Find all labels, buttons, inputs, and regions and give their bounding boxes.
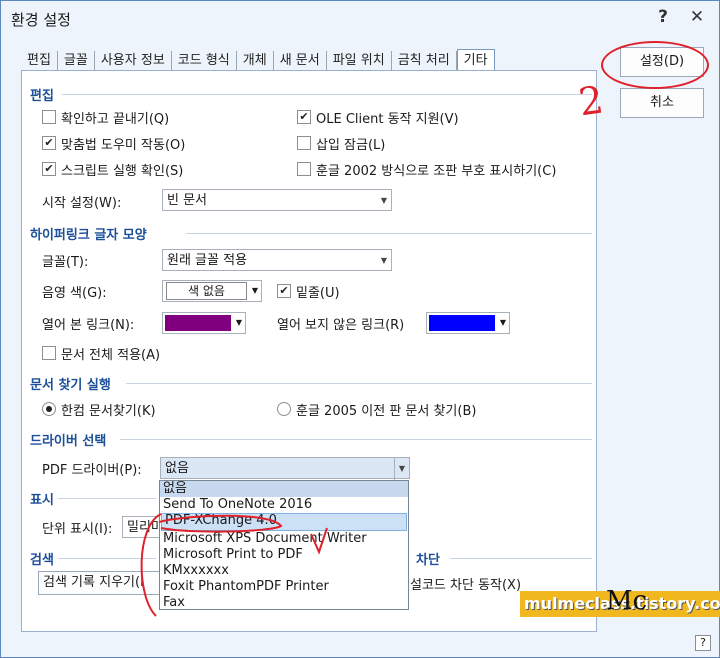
divider [126, 383, 592, 384]
tab-forbidden-chars[interactable]: 금칙 처리 [392, 51, 457, 71]
shade-color-picker[interactable]: 색 없음 ▼ [162, 280, 262, 302]
divider [62, 94, 592, 95]
chevron-down-icon: ▼ [235, 318, 242, 327]
divider [58, 498, 156, 499]
option-barcode-block[interactable]: 설코드 차단 동작(X) [410, 573, 521, 593]
visited-link-label: 열어 본 링크(N): [42, 313, 134, 333]
font-label: 글꼴(T): [42, 250, 88, 270]
checkbox[interactable] [297, 136, 311, 150]
option-insert-lock[interactable]: 삽입 잠금(L) [297, 133, 385, 153]
divider [450, 558, 592, 559]
visited-link-text: 열어 본 링크(N): [42, 317, 135, 333]
shade-color-text: 음영 색(G): [42, 285, 107, 301]
section-title-hyperlink: 하이퍼링크 글자 모양 [30, 228, 147, 243]
section-title-driver: 드라이버 선택 [30, 434, 107, 449]
cancel-button[interactable]: 취소 [620, 88, 704, 118]
font-label-text: 글꼴(T): [42, 254, 89, 270]
chevron-down-icon: ▼ [499, 318, 506, 327]
visited-color-fill [165, 315, 231, 331]
annotation-number: 2 [576, 77, 607, 125]
checkbox-checked[interactable]: ✔ [42, 162, 56, 176]
option-label: 훈글 2002 방식으로 조판 부호 표시하기(C) [316, 163, 557, 179]
pdf-driver-text: PDF 드라이버(P): [42, 462, 142, 478]
tab-file-location[interactable]: 파일 위치 [327, 51, 392, 71]
tab-edit[interactable]: 편집 [21, 51, 58, 71]
shade-color-label: 음영 색(G): [42, 281, 107, 301]
divider [186, 233, 592, 234]
radio-hangul2005-find[interactable]: 훈글 2005 이전 판 문서 찾기(B) [277, 399, 476, 419]
option-label: 한컴 문서찾기(K) [61, 403, 156, 419]
section-title-search: 검색 [30, 553, 54, 568]
section-title-display: 표시 [30, 493, 54, 508]
select-value: 빈 문서 [167, 193, 208, 208]
select-value: 원래 글꼴 적용 [167, 253, 248, 268]
option-label: 설코드 차단 동작(X) [410, 577, 522, 593]
tab-object[interactable]: 개체 [237, 51, 274, 71]
section-title-edit: 편집 [30, 89, 54, 104]
checkbox[interactable] [297, 162, 311, 176]
option-apply-all[interactable]: 문서 전체 적용(A) [42, 343, 160, 363]
option-label: OLE Client 동작 지원(V) [316, 111, 459, 127]
section-title-find: 문서 찾기 실행 [30, 378, 111, 393]
visited-link-color-picker[interactable]: ▼ [162, 312, 246, 334]
tab-strip: 편집 글꼴 사용자 정보 코드 형식 개체 새 문서 파일 위치 금칙 처리 기… [21, 47, 495, 72]
checkbox-checked[interactable]: ✔ [42, 136, 56, 150]
option-label: 훈글 2005 이전 판 문서 찾기(B) [296, 403, 477, 419]
chevron-down-icon: ▼ [251, 286, 258, 295]
tab-code-format[interactable]: 코드 형식 [172, 51, 237, 71]
tab-new-document[interactable]: 새 문서 [274, 51, 327, 71]
checkbox[interactable] [42, 346, 56, 360]
unvisited-link-label: 열어 보지 않은 링크(R) [277, 313, 404, 333]
chevron-down-icon: ▼ [380, 256, 387, 265]
start-setting-label: 시작 설정(W): [42, 191, 121, 211]
select-value: 없음 [165, 461, 189, 476]
hyperlink-font-select[interactable]: 원래 글꼴 적용 ▼ [162, 249, 392, 271]
tab-other[interactable]: 기타 [456, 49, 495, 72]
divider [120, 439, 592, 440]
dialog-title: 환경 설정 [11, 11, 71, 29]
annotation-scribble [140, 513, 328, 617]
unvisited-link-color-picker[interactable]: ▼ [426, 312, 510, 334]
radio-hancom-find[interactable]: 한컴 문서찾기(K) [42, 399, 156, 419]
checkbox-checked[interactable]: ✔ [277, 284, 291, 298]
option-confirm-exit[interactable]: 확인하고 끝내기(Q) [42, 107, 169, 127]
radio[interactable] [277, 402, 291, 416]
close-icon[interactable]: ✕ [685, 7, 709, 27]
dropdown-option[interactable]: 없음 [160, 481, 408, 497]
option-label: 확인하고 끝내기(Q) [61, 111, 170, 127]
unit-text: 단위 표시(I): [42, 521, 113, 537]
start-setting-text: 시작 설정(W): [42, 195, 122, 211]
start-setting-select[interactable]: 빈 문서 ▼ [162, 189, 392, 211]
shade-color-value: 색 없음 [166, 282, 247, 300]
option-label: 밑줄(U) [296, 285, 340, 301]
unit-label: 단위 표시(I): [42, 517, 112, 537]
unvisited-color-fill [429, 315, 495, 331]
option-script-confirm[interactable]: ✔ 스크립트 실행 확인(S) [42, 159, 183, 179]
option-label: 삽입 잠금(L) [316, 137, 386, 153]
radio-selected[interactable] [42, 402, 56, 416]
option-label: 스크립트 실행 확인(S) [61, 163, 184, 179]
title-bar: 환경 설정 ? ✕ [1, 1, 719, 37]
pdf-driver-label: PDF 드라이버(P): [42, 458, 142, 478]
chevron-down-icon: ▼ [393, 458, 405, 480]
option-label: 맞춤법 도우미 작동(O) [61, 137, 186, 153]
help-icon[interactable]: ? [651, 7, 675, 27]
chevron-down-icon: ▼ [380, 196, 387, 205]
tab-user-info[interactable]: 사용자 정보 [95, 51, 172, 71]
section-title-block: 차단 [416, 553, 440, 568]
option-label: 문서 전체 적용(A) [61, 347, 161, 363]
checkbox[interactable] [42, 110, 56, 124]
option-hangul2002-marks[interactable]: 훈글 2002 방식으로 조판 부호 표시하기(C) [297, 159, 556, 179]
unvisited-link-text: 열어 보지 않은 링크(R) [277, 317, 405, 333]
annotation-circle-ok [601, 41, 709, 89]
checkbox-checked[interactable]: ✔ [297, 110, 311, 124]
tab-font[interactable]: 글꼴 [58, 51, 95, 71]
option-spell-check[interactable]: ✔ 맞춤법 도우미 작동(O) [42, 133, 185, 153]
watermark-logo: Mc [606, 586, 648, 616]
option-underline[interactable]: ✔ 밑줄(U) [277, 281, 340, 301]
settings-dialog: 환경 설정 ? ✕ 편집 글꼴 사용자 정보 코드 형식 개체 새 문서 파일 … [0, 0, 720, 658]
pdf-driver-select[interactable]: 없음 ▼ [160, 457, 410, 480]
help-box-icon[interactable]: ? [695, 635, 711, 651]
option-ole-client[interactable]: ✔ OLE Client 동작 지원(V) [297, 107, 459, 127]
